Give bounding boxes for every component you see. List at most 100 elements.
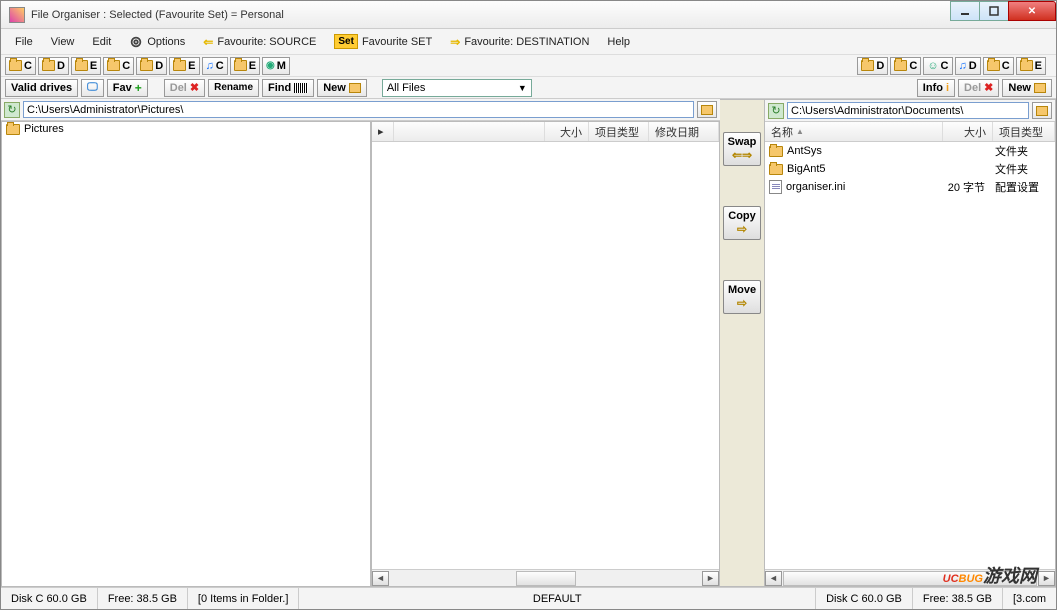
drive-button-e[interactable]: E [169,57,199,75]
nav-up-icon-right[interactable]: ↻ [768,103,784,119]
right-go-button[interactable] [1032,102,1052,119]
tree-pane: Pictures [1,121,371,587]
person-icon: ☺ [927,60,938,72]
folder-icon [1036,106,1048,116]
drive-button-c[interactable]: ♫C [202,57,228,75]
menu-bar: File View Edit Options ⇐ Favourite: SOUR… [1,29,1056,55]
scroll-left-button[interactable]: ◄ [765,571,782,586]
list-item[interactable]: organiser.ini20 字节配置设置 [765,178,1055,196]
col-name[interactable]: 名称 ▲ [765,122,943,141]
drive-button-d[interactable]: D [38,57,69,75]
drive-button-m[interactable]: ◉M [262,57,290,75]
menu-view[interactable]: View [43,33,83,51]
menu-help[interactable]: Help [599,33,638,51]
scroll-right-button[interactable]: ► [1038,571,1055,586]
del-button-right[interactable]: Del ✖ [958,79,999,97]
left-list-headers: ▸ 大小 项目类型 修改日期 [372,122,719,142]
del-label: Del [170,82,187,94]
col-size[interactable]: 大小 [545,122,589,141]
folder-icon [769,164,783,175]
barcode-icon [294,83,308,93]
music-icon: ♫ [959,60,967,72]
drive-button-e[interactable]: E [71,57,101,75]
find-label: Find [268,82,291,94]
menu-fav-dest[interactable]: ⇒ Favourite: DESTINATION [442,32,597,52]
drive-button-c[interactable]: C [983,57,1014,75]
fav-button[interactable]: Fav+ [107,79,148,97]
move-button[interactable]: Move ⇨ [723,280,761,314]
copy-button[interactable]: Copy ⇨ [723,206,761,240]
app-icon [9,7,25,23]
maximize-button[interactable] [979,1,1009,21]
valid-drives-button[interactable]: Valid drives [5,79,78,97]
right-file-list[interactable]: AntSys文件夹BigAnt5文件夹organiser.ini20 字节配置设… [765,142,1055,569]
right-path-input[interactable] [787,102,1029,119]
new-button[interactable]: New [317,79,367,97]
refresh-button[interactable]: 🖵 [81,79,104,97]
scroll-thumb[interactable] [516,571,576,586]
menu-fav-set[interactable]: Set Favourite SET [326,31,440,52]
tree-root-label: Pictures [24,123,64,135]
drive-button-c[interactable]: ☺C [923,57,952,75]
drive-button-d[interactable]: ♫D [955,57,981,75]
left-path-input[interactable] [23,101,694,118]
menu-fav-source-label: Favourite: SOURCE [217,36,316,48]
left-file-list[interactable] [372,142,719,569]
rename-button[interactable]: Rename [208,79,259,97]
scroll-right-button[interactable]: ► [702,571,719,586]
swap-label: Swap [728,136,757,148]
tree-list[interactable]: Pictures [2,122,370,586]
drive-letter: C [122,60,130,72]
info-icon: i [946,82,949,94]
status-left-free: Free: 38.5 GB [98,588,188,609]
swap-button[interactable]: Swap ⇐⇒ [723,132,761,166]
close-button[interactable]: ✕ [1008,1,1056,21]
drive-button-c[interactable]: C [890,57,921,75]
info-button[interactable]: Info i [917,79,955,97]
col-size-r[interactable]: 大小 [943,122,993,141]
left-go-button[interactable] [697,101,717,118]
menu-options[interactable]: Options [121,32,193,52]
scroll-left-button[interactable]: ◄ [372,571,389,586]
drive-button-d[interactable]: D [136,57,167,75]
drive-button-c[interactable]: C [5,57,36,75]
tree-root[interactable]: Pictures [2,122,370,136]
list-item[interactable]: AntSys文件夹 [765,142,1055,160]
arrow-left-icon: ⇐ [203,35,213,49]
fav-label: Fav [113,82,132,94]
menu-edit[interactable]: Edit [84,33,119,51]
drive-button-d[interactable]: D [857,57,888,75]
new-button-right[interactable]: New [1002,79,1052,97]
folder-icon [107,60,120,71]
menu-file[interactable]: File [7,33,41,51]
menu-fav-dest-label: Favourite: DESTINATION [464,36,589,48]
list-item[interactable]: BigAnt5文件夹 [765,160,1055,178]
col-name-label: 名称 [771,124,793,140]
left-hscroll[interactable]: ◄ ► [372,569,719,586]
menu-fav-source[interactable]: ⇐ Favourite: SOURCE [195,32,324,52]
drive-button-e[interactable]: E [1016,57,1046,75]
drive-toolbar: CDECDE♫CE◉M DC☺C♫DCE [1,55,1056,77]
item-type: 文件夹 [989,143,1051,159]
drive-button-c[interactable]: C [103,57,134,75]
find-button[interactable]: Find [262,79,314,97]
set-badge-icon: Set [334,34,358,49]
nav-up-icon[interactable]: ↻ [4,102,20,118]
file-icon [769,180,782,194]
info-label: Info [923,82,943,94]
col-date[interactable]: 修改日期 [649,122,719,141]
col-type-r[interactable]: 项目类型 [993,122,1055,141]
col-ext[interactable]: ▸ [372,122,394,141]
drive-letter: E [249,60,256,72]
drive-button-e[interactable]: E [230,57,260,75]
filter-select[interactable]: All Files ▼ [382,79,532,97]
col-type[interactable]: 项目类型 [589,122,649,141]
move-arrow-icon: ⇨ [726,296,758,310]
minimize-button[interactable] [950,1,980,21]
right-hscroll[interactable]: ◄ ► [765,569,1055,586]
del-button[interactable]: Del ✖ [164,79,205,97]
col-blank[interactable] [394,122,545,141]
monitor-icon: 🖵 [87,81,98,94]
scroll-thumb[interactable] [783,571,1037,586]
content-area: ↻ Pictures ▸ 大小 项目类型 [1,99,1056,587]
